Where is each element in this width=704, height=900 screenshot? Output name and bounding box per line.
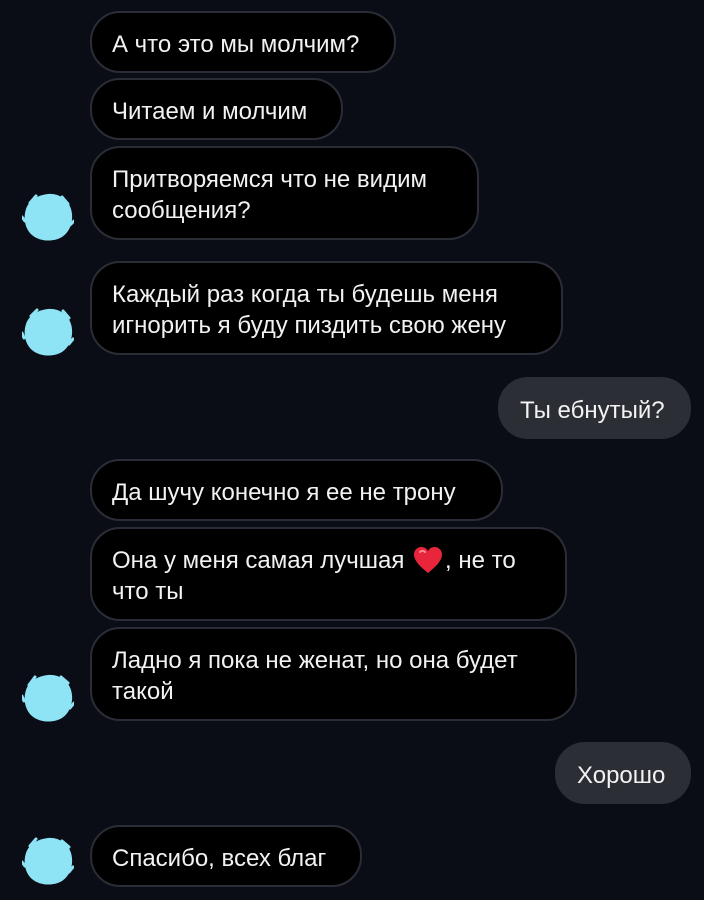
message-bubble-incoming[interactable]: Читаем и молчим <box>90 78 343 140</box>
message-text-part: Она у меня самая лучшая <box>112 547 412 574</box>
message-text: Ты ебнутый? <box>520 397 665 424</box>
message-text: Да шучу конечно я ее не трону <box>112 479 456 506</box>
scribbled-avatar-icon[interactable] <box>22 306 74 358</box>
message-bubble-outgoing[interactable]: Ты ебнутый? <box>498 377 691 439</box>
red-heart-icon <box>414 547 443 573</box>
scribbled-avatar-icon[interactable] <box>22 672 74 724</box>
message-text: Читаем и молчим <box>112 98 308 125</box>
message-bubble-outgoing[interactable]: Хорошо <box>555 742 691 804</box>
scribbled-avatar-icon[interactable] <box>22 835 74 887</box>
message-bubble-incoming[interactable]: Каждый раз когда ты будешь меня игнорить… <box>90 261 563 355</box>
message-bubble-incoming[interactable]: Она у меня самая лучшая , не то что ты <box>90 527 567 621</box>
message-text: Ладно я пока не женат, но она будет тако… <box>112 647 518 705</box>
message-bubble-incoming[interactable]: А что это мы молчим? <box>90 11 396 73</box>
message-bubble-incoming[interactable]: Спасибо, всех благ <box>90 825 362 887</box>
message-text: Каждый раз когда ты будешь меня игнорить… <box>112 281 507 339</box>
message-bubble-incoming[interactable]: Да шучу конечно я ее не трону <box>90 459 503 521</box>
scribbled-avatar-icon[interactable] <box>22 191 74 243</box>
message-text: Притворяемся что не видим сообщения? <box>112 166 427 224</box>
message-text: Спасибо, всех благ <box>112 845 327 872</box>
message-bubble-incoming[interactable]: Ладно я пока не женат, но она будет тако… <box>90 627 577 721</box>
message-text: Она у меня самая лучшая , не то что ты <box>112 547 516 605</box>
message-text: Хорошо <box>577 762 666 789</box>
chat-thread: А что это мы молчим? Читаем и молчим При… <box>0 0 704 900</box>
message-text: А что это мы молчим? <box>112 31 360 58</box>
message-bubble-incoming[interactable]: Притворяемся что не видим сообщения? <box>90 146 479 240</box>
